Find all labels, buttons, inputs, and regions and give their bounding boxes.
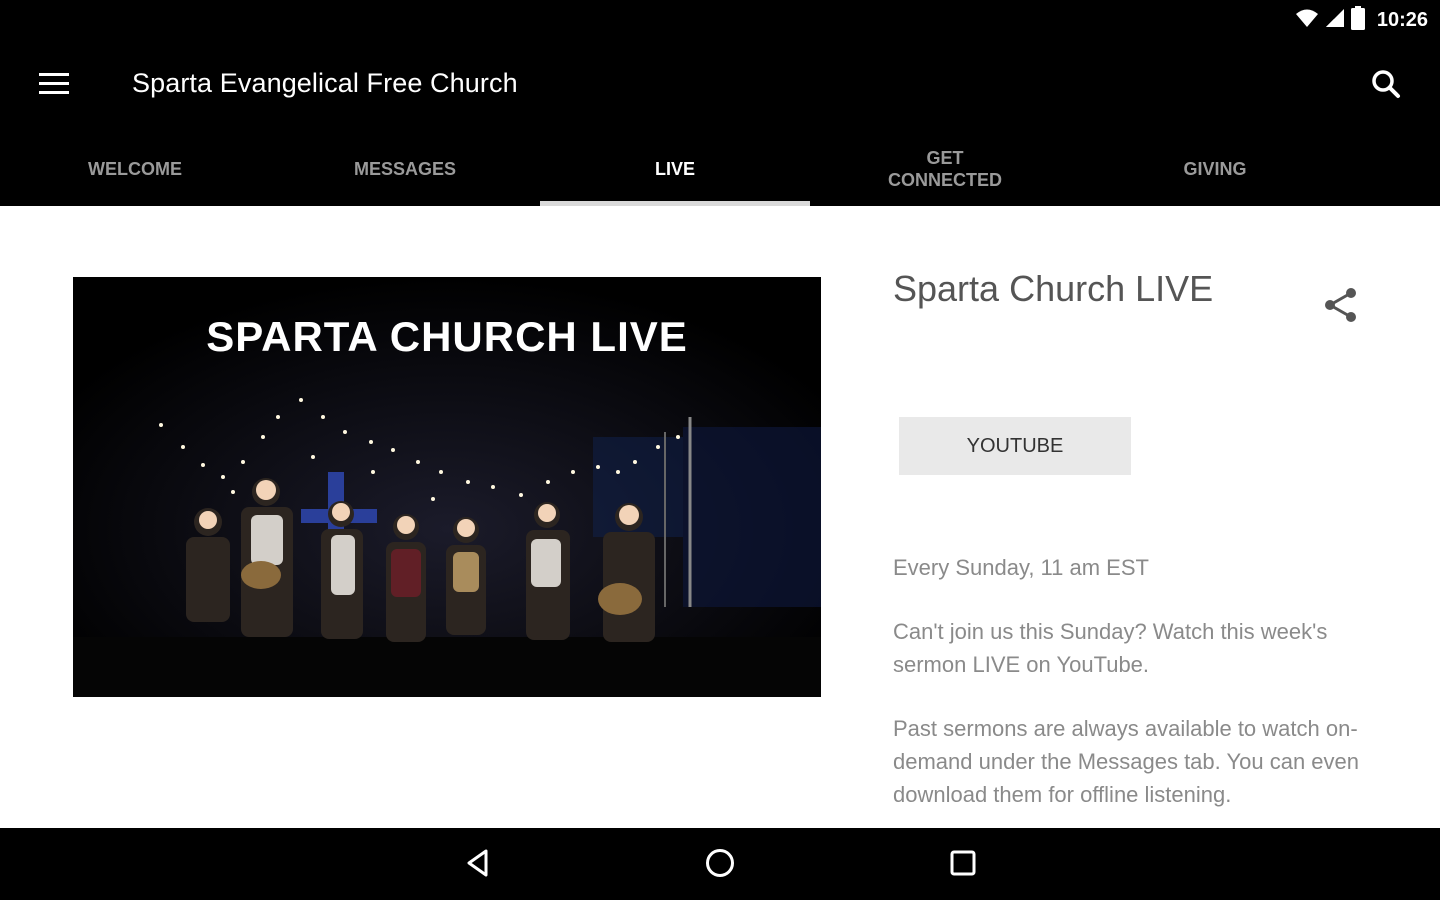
cellular-signal-icon <box>1325 8 1345 33</box>
status-icons: 10:26 <box>1295 5 1428 35</box>
tab-welcome[interactable]: WELCOME <box>0 132 270 206</box>
status-bar: 10:26 <box>0 0 1440 40</box>
tab-messages[interactable]: MESSAGES <box>270 132 540 206</box>
tab-get-connected[interactable]: GET CONNECTED <box>810 132 1080 206</box>
schedule-text: Every Sunday, 11 am EST <box>893 555 1149 580</box>
tab-live[interactable]: LIVE <box>540 132 810 206</box>
share-icon <box>1321 285 1361 330</box>
search-button[interactable] <box>1362 64 1410 108</box>
status-time: 10:26 <box>1376 8 1428 31</box>
hero-image[interactable]: SPARTA CHURCH LIVE <box>73 277 821 697</box>
tab-label: WELCOME <box>88 159 182 179</box>
system-nav-bar <box>0 828 1440 900</box>
tab-label: GIVING <box>1183 159 1247 179</box>
detail-title: Sparta Church LIVE <box>893 268 1214 309</box>
youtube-button[interactable]: YOUTUBE <box>899 417 1131 475</box>
tab-label: LIVE <box>654 159 695 179</box>
hero-overlay-title: SPARTA CHURCH LIVE <box>206 313 688 360</box>
back-button[interactable] <box>455 842 501 888</box>
home-button[interactable] <box>697 842 743 888</box>
wifi-icon <box>1295 8 1319 33</box>
share-button[interactable] <box>1316 282 1366 332</box>
tab-giving[interactable]: GIVING <box>1080 132 1350 206</box>
recents-icon <box>949 849 977 882</box>
content-area: SPARTA CHURCH LIVE Sparta Church LIVE YO… <box>0 206 1440 828</box>
recents-button[interactable] <box>940 842 986 888</box>
battery-icon <box>1350 5 1365 35</box>
back-icon <box>463 848 493 883</box>
app-title: Sparta Evangelical Free Church <box>132 68 518 98</box>
tab-label: MESSAGES <box>353 159 457 179</box>
menu-button[interactable] <box>30 66 78 106</box>
tab-label: GET CONNECTED <box>887 148 1002 190</box>
description-paragraph-1: Can't join us this Sunday? Watch this we… <box>893 619 1328 677</box>
hamburger-menu-icon <box>39 72 69 100</box>
app-bar: Sparta Evangelical Free Church <box>0 40 1440 132</box>
home-icon <box>704 847 736 884</box>
description-paragraph-2: Past sermons are always available to wat… <box>893 716 1360 807</box>
tab-bar: WELCOME MESSAGES LIVE GET CONNECTED GIVI… <box>0 132 1440 206</box>
search-icon <box>1371 69 1401 104</box>
